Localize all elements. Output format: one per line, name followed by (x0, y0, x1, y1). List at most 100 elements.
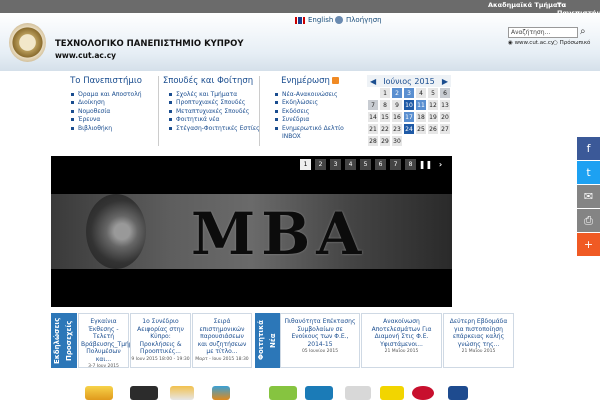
calendar-day[interactable]: 1 (379, 87, 391, 99)
navigation-link[interactable]: Πλοήγηση (335, 16, 382, 24)
calendar-day[interactable]: 9 (391, 99, 403, 111)
calendar-day[interactable]: 4 (415, 87, 427, 99)
calendar-day[interactable]: 21 (367, 123, 379, 135)
email-icon[interactable]: ✉ (577, 185, 600, 208)
calendar-day[interactable]: 20 (439, 111, 451, 123)
news-item[interactable]: Εγκαίνια Έκθεσης - Τελετή Βράβευσης_Τμήμ… (78, 313, 137, 369)
calendar-day[interactable]: 3 (403, 87, 415, 99)
upcoming-events-label[interactable]: Εκδηλώσεις Προσεχείς (51, 313, 77, 368)
twitter-icon[interactable]: t (577, 161, 600, 184)
site-title[interactable]: ΤΕΧΝΟΛΟΓΙΚΟ ΠΑΝΕΠΙΣΤΗΜΙΟ ΚΥΠΡΟΥ (55, 39, 244, 49)
facebook-icon[interactable]: f (577, 137, 600, 160)
calendar-day[interactable]: 30 (391, 135, 403, 147)
menu-item[interactable]: Νομοθεσία (71, 108, 156, 116)
menu-item[interactable]: Στέγαση-Φοιτητικές Εστίες (169, 125, 262, 133)
calendar-day[interactable]: 25 (415, 123, 427, 135)
partner-logo[interactable] (170, 386, 194, 400)
university-seal-logo[interactable] (9, 23, 46, 62)
slider-page-button[interactable]: 4 (345, 159, 356, 170)
menu-item[interactable]: Όραμα και Αποστολή (71, 91, 156, 99)
slider-page-button[interactable]: 8 (405, 159, 416, 170)
calendar-next-icon[interactable]: ▶ (442, 77, 448, 86)
menu-item[interactable]: Ενημερωτικό Δελτίο INBOX (275, 125, 360, 142)
menu-item[interactable]: Βιβλιοθήκη (71, 125, 156, 133)
partner-logo[interactable] (85, 386, 113, 400)
calendar-day[interactable]: 23 (391, 123, 403, 135)
partner-logo[interactable] (380, 386, 404, 400)
calendar-day[interactable]: 14 (367, 111, 379, 123)
menu-item[interactable]: Προπτυχιακές Σπουδές (169, 99, 262, 107)
calendar-day[interactable]: 13 (439, 99, 451, 111)
image-slider[interactable]: 1 2 3 4 5 6 7 8 ❚❚ › MBA (51, 156, 452, 307)
navigation-label[interactable]: Πλοήγηση (346, 16, 382, 24)
menu-item[interactable]: Συνέδρια (275, 116, 360, 124)
news-title[interactable]: Σειρά επιστημονικών παρουσιάσεων και συζ… (193, 314, 251, 356)
rss-icon[interactable] (331, 77, 339, 84)
calendar-day[interactable]: 28 (367, 135, 379, 147)
calendar-day[interactable]: 2 (391, 87, 403, 99)
slider-page-button[interactable]: 6 (375, 159, 386, 170)
news-item[interactable]: Πιθανότητα Επέκτασης Συμβολαίων σε Ενοίκ… (280, 313, 360, 368)
calendar-day[interactable]: 24 (403, 123, 415, 135)
calendar-day[interactable]: 5 (427, 87, 439, 99)
pause-icon[interactable]: ❚❚ (419, 159, 432, 170)
news-item[interactable]: Δεύτερη Εβδομάδα για πιστοποίηση επάρκει… (443, 313, 514, 368)
menu-item[interactable]: Εκδηλώσεις (275, 99, 360, 107)
calendar-day[interactable]: 27 (439, 123, 451, 135)
partner-logo[interactable] (412, 386, 434, 400)
partner-logo[interactable] (212, 386, 230, 400)
calendar-day[interactable]: 17 (403, 111, 415, 123)
partner-logo[interactable] (345, 386, 371, 400)
search-scope-site[interactable]: ◉ www.cut.ac.cy (508, 40, 554, 46)
news-item[interactable]: Ανακοίνωση Αποτελεσμάτων Για Διαμονή Στι… (361, 313, 442, 368)
news-title[interactable]: Εγκαίνια Έκθεσης - Τελετή Βράβευσης_Τμήμ… (79, 314, 137, 363)
menu-item[interactable]: Εκδόσεις (275, 108, 360, 116)
news-title[interactable]: 1ο Συνέδριο Αειφορίας στην Κύπρο: Προκλή… (131, 314, 190, 356)
menu-item[interactable]: Σχολές και Τμήματα (169, 91, 262, 99)
calendar-day[interactable]: 12 (427, 99, 439, 111)
top-link-departments[interactable]: Ακαδημαϊκά Τμήματα (488, 1, 566, 9)
partner-logo[interactable] (448, 386, 468, 400)
language-switch[interactable]: English (295, 16, 333, 24)
news-title[interactable]: Πιθανότητα Επέκτασης Συμβολαίων σε Ενοίκ… (281, 314, 359, 348)
calendar-day[interactable]: 15 (379, 111, 391, 123)
calendar-day[interactable]: 26 (427, 123, 439, 135)
slider-page-button[interactable]: 5 (360, 159, 371, 170)
calendar-day[interactable]: 19 (427, 111, 439, 123)
calendar-day[interactable]: 16 (391, 111, 403, 123)
slider-page-button[interactable]: 7 (390, 159, 401, 170)
search-input[interactable]: Αναζήτηση... (508, 27, 578, 38)
menu-item[interactable]: Φοιτητικά νέα (169, 116, 262, 124)
calendar-day[interactable]: 8 (379, 99, 391, 111)
calendar-day[interactable]: 11 (415, 99, 427, 111)
search-icon[interactable]: ⌕ (580, 26, 592, 38)
plus-icon[interactable]: + (577, 233, 600, 256)
next-arrow-icon[interactable]: › (435, 159, 446, 170)
news-title[interactable]: Ανακοίνωση Αποτελεσμάτων Για Διαμονή Στι… (362, 314, 441, 348)
menu-item[interactable]: Διοίκηση (71, 99, 156, 107)
menu-item[interactable]: Μεταπτυχιακές Σπουδές (169, 108, 262, 116)
partner-logo[interactable] (130, 386, 158, 400)
slider-page-button[interactable]: 3 (330, 159, 341, 170)
calendar-day[interactable]: 6 (439, 87, 451, 99)
menu-heading[interactable]: Ενημέρωση (260, 76, 360, 86)
slider-page-button[interactable]: 1 (300, 159, 311, 170)
partner-logo[interactable] (269, 386, 297, 400)
search-scope-people[interactable]: ○ Πρόσωπικό (553, 40, 590, 46)
news-title[interactable]: Δεύτερη Εβδομάδα για πιστοποίηση επάρκει… (444, 314, 513, 348)
english-link[interactable]: English (308, 16, 333, 24)
partner-logo[interactable] (305, 386, 333, 400)
news-item[interactable]: 1ο Συνέδριο Αειφορίας στην Κύπρο: Προκλή… (130, 313, 191, 368)
calendar-day[interactable]: 29 (379, 135, 391, 147)
calendar-prev-icon[interactable]: ◀ (370, 77, 376, 86)
menu-heading[interactable]: Το Πανεπιστήμιο (56, 76, 156, 86)
menu-item[interactable]: Έρευνα (71, 116, 156, 124)
calendar-day[interactable]: 10 (403, 99, 415, 111)
slider-page-button[interactable]: 2 (315, 159, 326, 170)
student-news-label[interactable]: Φοιτητικά Νέα (255, 313, 281, 368)
calendar-day[interactable]: 22 (379, 123, 391, 135)
calendar-day[interactable]: 7 (367, 99, 379, 111)
news-item[interactable]: Σειρά επιστημονικών παρουσιάσεων και συζ… (192, 313, 252, 368)
menu-heading[interactable]: Σπουδές και Φοίτηση (154, 76, 262, 86)
calendar-day[interactable]: 18 (415, 111, 427, 123)
